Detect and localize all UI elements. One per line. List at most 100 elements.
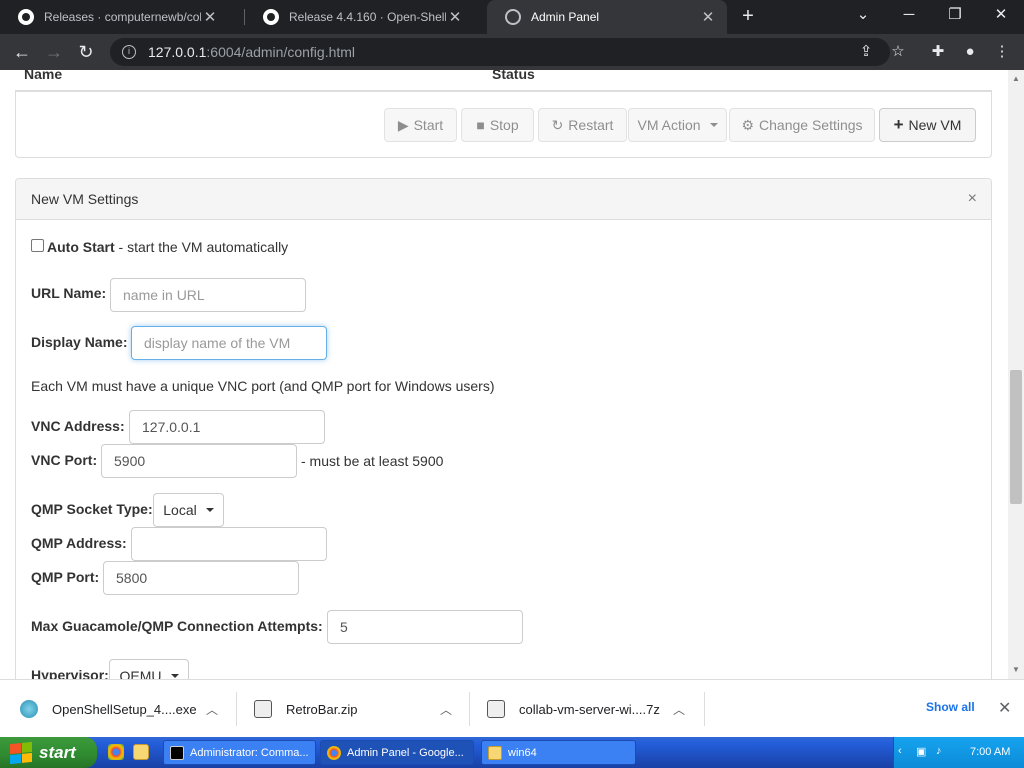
chevron-up-icon[interactable]: ︿ [440,701,452,718]
folder-icon [488,745,502,760]
scroll-up-arrow-icon[interactable]: ▲ [1012,74,1020,83]
start-button[interactable]: ▶ Start [384,108,457,142]
caret-down-icon [709,123,718,127]
network-icon[interactable]: ▣ [916,745,926,758]
download-item[interactable]: RetroBar.zip ︿ [254,680,464,738]
download-item[interactable]: collab-vm-server-wi....7z ︿ [487,680,697,738]
system-tray: ‹ ▣ ♪ 7:00 AM [893,737,1024,768]
qmp-port-input[interactable] [103,561,299,595]
download-filename: RetroBar.zip [286,701,358,717]
7z-archive-icon [487,700,505,718]
download-separator [704,692,705,726]
address-bar[interactable]: i 127.0.0.1:6004/admin/config.html [110,38,890,66]
autostart-description: - start the VM automatically [114,239,289,255]
vm-action-label: VM Action [637,117,701,133]
max-attempts-label: Max Guacamole/QMP Connection Attempts: [31,618,323,634]
vnc-port-note: - must be at least 5900 [301,453,444,469]
url-name-label: URL Name: [31,285,107,301]
qmp-socket-type-dropdown[interactable]: Local [153,493,224,527]
max-attempts-input[interactable] [327,610,523,644]
new-vm-button[interactable]: + New VM [879,108,976,142]
change-settings-button[interactable]: ⚙ Change Settings [729,108,875,142]
task-label: win64 [508,746,537,759]
restart-button[interactable]: ↻ Restart [538,108,627,142]
gear-icon: ⚙ [741,116,755,133]
hypervisor-dropdown[interactable]: QEMU [109,659,189,679]
vnc-note: Each VM must have a unique VNC port (and… [31,378,495,394]
plus-icon: + [893,115,904,134]
taskbar-item-win64[interactable]: win64 [481,740,636,765]
site-info-icon[interactable]: i [122,45,136,59]
shell-installer-icon [20,700,38,718]
url-name-input[interactable] [110,278,306,312]
chrome-icon [327,745,341,760]
new-tab-button[interactable]: + [737,5,759,27]
refresh-icon: ↻ [551,116,564,133]
vm-action-dropdown[interactable]: VM Action [628,108,727,142]
extensions-puzzle-icon[interactable]: ✚ [928,43,948,61]
page-content: Name Status ▶ Start ■ Stop ↻ Restart VM Act… [0,70,1008,679]
tab-release-openshell[interactable]: Release 4.4.160 · Open-Shell/Ope ✕ [245,0,474,34]
close-icon[interactable]: × [968,190,977,208]
bookmark-star-icon[interactable]: ☆ [888,43,908,61]
chevron-up-icon[interactable]: ︿ [673,701,685,718]
start-button[interactable]: start [0,737,97,768]
back-arrow-icon[interactable]: ← [10,40,34,64]
vnc-address-input[interactable] [129,410,325,444]
tab-close-icon[interactable]: ✕ [446,8,464,26]
vnc-port-input[interactable] [101,444,297,478]
tab-close-icon[interactable]: ✕ [699,8,717,26]
page-scrollbar[interactable]: ▲ ▼ [1008,70,1024,679]
reload-icon[interactable]: ↻ [74,40,98,64]
start-label: Start [413,117,444,133]
tab-title: Admin Panel [531,10,600,24]
restore-button[interactable]: ❐ [932,0,978,30]
share-icon[interactable]: ⇪ [856,43,876,61]
close-downloads-icon[interactable]: ✕ [998,698,1011,718]
display-name-input[interactable] [131,326,327,360]
new-vm-label: New VM [908,117,962,133]
tab-admin-panel[interactable]: Admin Panel ✕ [487,0,727,34]
caret-down-icon [205,508,214,512]
explorer-quicklaunch-icon[interactable] [133,744,149,760]
vnc-address-label: VNC Address: [31,418,125,434]
task-label: Admin Panel - Google... [347,746,464,759]
chrome-quicklaunch-icon[interactable] [108,744,124,760]
forward-arrow-icon[interactable]: → [42,40,66,64]
tab-strip: Releases · computernewb/collab- ✕ Releas… [0,0,1024,34]
show-all-downloads-link[interactable]: Show all [926,700,975,714]
taskbar-item-command-prompt[interactable]: Administrator: Comma... [163,740,316,765]
qmp-port-label: QMP Port: [31,569,100,585]
stop-square-icon: ■ [476,117,485,133]
close-window-button[interactable]: ✕ [978,0,1024,30]
windows-flag-icon [10,741,32,764]
caret-down-icon [170,674,179,678]
qmp-socket-type-label: QMP Socket Type: [31,501,153,517]
restart-label: Restart [568,117,614,133]
autostart-row: Auto Start - start the VM automatically [47,239,288,255]
qmp-address-label: QMP Address: [31,535,127,551]
tab-search-icon[interactable]: ⌄ [840,0,886,30]
stop-button[interactable]: ■ Stop [461,108,534,142]
menu-kebab-icon[interactable]: ⋮ [992,43,1012,61]
download-item[interactable]: OpenShellSetup_4....exe ︿ [20,680,228,738]
profile-avatar-icon[interactable]: ● [960,43,980,61]
minimize-button[interactable]: ─ [886,0,932,30]
tab-releases-collab[interactable]: Releases · computernewb/collab- ✕ [0,0,229,34]
chevron-up-icon[interactable]: ︿ [206,701,218,718]
qmp-socket-type-value: Local [163,502,197,518]
panel-heading: New VM Settings [16,179,991,220]
taskbar-item-admin-panel[interactable]: Admin Panel - Google... [320,740,474,765]
start-label: start [39,742,76,762]
autostart-checkbox[interactable] [31,239,44,252]
task-label: Administrator: Comma... [190,746,309,759]
vnc-port-label: VNC Port: [31,452,98,468]
scrollbar-thumb[interactable] [1010,370,1022,504]
tab-title: Release 4.4.160 · Open-Shell/Ope [289,10,446,24]
scroll-down-arrow-icon[interactable]: ▼ [1012,665,1020,674]
tray-expand-icon[interactable]: ‹ [898,745,902,757]
volume-icon[interactable]: ♪ [936,745,942,757]
clock: 7:00 AM [970,746,1011,758]
tab-close-icon[interactable]: ✕ [201,8,219,26]
qmp-address-input[interactable] [131,527,327,561]
